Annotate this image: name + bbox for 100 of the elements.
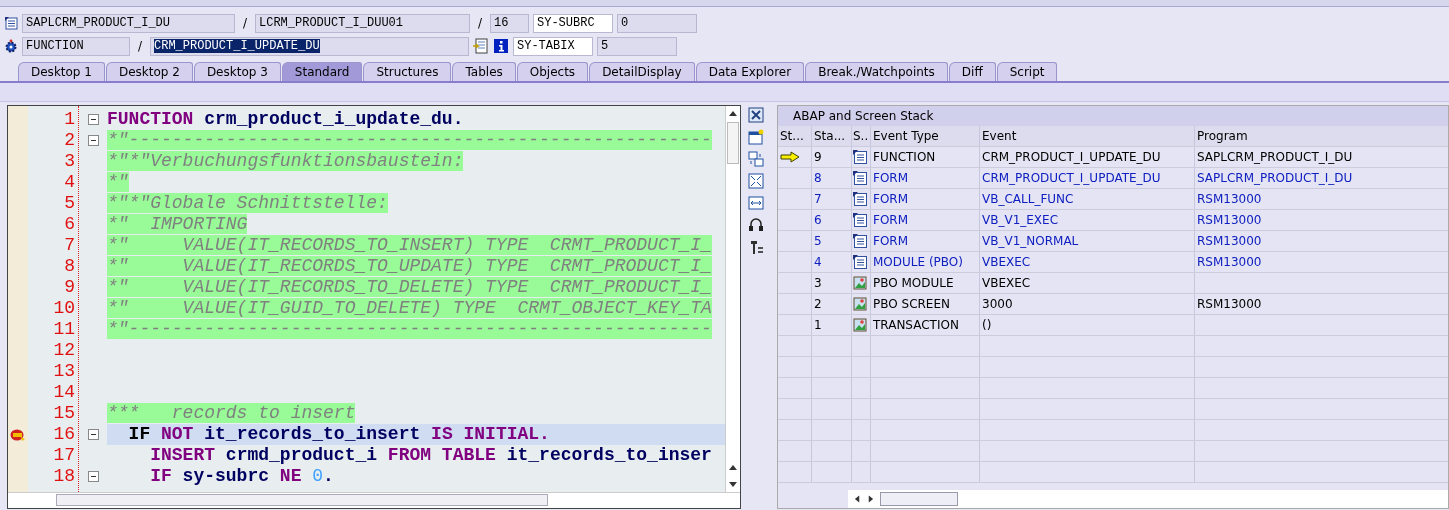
tab[interactable]: Data Explorer [695, 62, 805, 81]
column-header[interactable]: S.. [852, 126, 871, 146]
code-line: INSERT crmd_product_i FROM TABLE it_records_to_inser [149, 445, 712, 465]
horizontal-scrollbar[interactable] [778, 490, 1448, 508]
table-cell: 3 [812, 273, 852, 293]
line-number: 9 [64, 277, 75, 297]
table-cell: FUNCTION [871, 147, 980, 167]
line-number: 2 [64, 130, 75, 150]
line-number: 7 [64, 235, 75, 255]
column-header[interactable]: Program [1195, 126, 1448, 146]
vertical-scrollbar[interactable] [725, 106, 740, 492]
type-field: FUNCTION [22, 36, 130, 56]
resize-horizontal-icon[interactable] [748, 195, 764, 211]
table-cell-text: SAPLCRM_PRODUCT_I_DU [1197, 149, 1353, 166]
breakpoint-icon[interactable] [10, 427, 26, 442]
column-header[interactable]: St... [778, 126, 812, 146]
table-cell: MODULE (PBO) [871, 252, 980, 272]
scroll-left-icon[interactable] [854, 495, 861, 503]
scroll-thumb[interactable] [727, 122, 739, 164]
line-number: 15 [53, 403, 75, 423]
panel-title: ABAP and Screen Stack [778, 106, 1448, 126]
separator: / [136, 39, 143, 53]
swap-panes-icon[interactable] [748, 151, 764, 167]
tab[interactable]: Standard [281, 62, 363, 81]
new-window-icon[interactable] [748, 129, 764, 145]
column-header[interactable]: Event [980, 126, 1195, 146]
table-cell: FORM [871, 189, 980, 209]
tab[interactable]: Diff [948, 62, 996, 81]
table-cell: CRM_PRODUCT_I_UPDATE_DU [980, 147, 1195, 167]
line-field: 16 [490, 13, 529, 33]
tab[interactable]: Desktop 2 [105, 62, 193, 81]
code-editor[interactable] [7, 105, 741, 509]
table-cell: FORM [871, 168, 980, 188]
separator: / [241, 16, 248, 30]
table-cell: FORM [871, 231, 980, 251]
tool-icon[interactable] [748, 239, 764, 255]
close-icon[interactable] [748, 107, 764, 123]
table-cell: 1 [812, 315, 852, 335]
table-cell: FORM [871, 210, 980, 230]
tab[interactable]: Objects [516, 62, 589, 81]
table-cell: VB_V1_EXEC [980, 210, 1195, 230]
include-field: LCRM_PRODUCT_I_DUU01 [255, 13, 470, 33]
table-cell: 2 [812, 294, 852, 314]
variable-name-field[interactable]: SY-TABIX [513, 36, 593, 56]
collapse-toggle[interactable] [87, 429, 99, 440]
code-line: IF sy-subrc NE 0. [149, 466, 334, 486]
table-cell-text: RSM13000 [1197, 212, 1262, 229]
tab[interactable]: DetailDisplay [589, 62, 695, 81]
table-cell-text: RSM13000 [1197, 296, 1262, 313]
line-number: 18 [53, 466, 75, 486]
horizontal-scrollbar[interactable] [8, 492, 740, 508]
table-cell-text: RSM13000 [1197, 233, 1262, 250]
scroll-up-icon[interactable] [729, 110, 737, 118]
info-icon[interactable] [493, 38, 509, 54]
table-cell: VBEXEC [980, 252, 1195, 272]
tab[interactable]: Script [996, 62, 1058, 81]
table-cell: PBO SCREEN [871, 294, 980, 314]
source-icon [4, 16, 18, 30]
variable-value-field: 0 [617, 13, 697, 33]
table-cell: VBEXEC [980, 273, 1195, 293]
program-field: SAPLCRM_PRODUCT_I_DU [22, 13, 235, 33]
headset-icon[interactable] [748, 217, 764, 233]
table-cell: 5 [812, 231, 852, 251]
variable-value-field: 5 [597, 36, 677, 56]
line-number: 1 [64, 109, 75, 129]
scroll-down-icon[interactable] [729, 480, 737, 488]
table-cell: PBO MODULE [871, 273, 980, 293]
column-header[interactable]: Event Type [871, 126, 980, 146]
function-name-field: CRM_PRODUCT_I_UPDATE_DU [150, 36, 469, 56]
table-cell-text: RSM13000 [1197, 254, 1262, 271]
table-cell: VB_CALL_FUNC [980, 189, 1195, 209]
tab[interactable]: Desktop 3 [193, 62, 281, 81]
table-cell: () [980, 315, 1195, 335]
table-cell: 7 [812, 189, 852, 209]
table-cell: VB_V1_NORMAL [980, 231, 1195, 251]
column-header[interactable]: Sta... [812, 126, 852, 146]
line-number: 13 [53, 361, 75, 381]
table-cell: 6 [812, 210, 852, 230]
line-number: 4 [64, 172, 75, 192]
line-number: 17 [53, 445, 75, 465]
tab[interactable]: Desktop 1 [18, 62, 105, 81]
line-number: 16 [53, 424, 75, 444]
line-number: 6 [64, 214, 75, 234]
scroll-right-icon[interactable] [867, 495, 874, 503]
line-number: 5 [64, 193, 75, 213]
scroll-up-icon[interactable] [729, 464, 737, 472]
line-number: 10 [53, 298, 75, 318]
maximize-icon[interactable] [748, 173, 764, 189]
collapse-toggle[interactable] [87, 135, 99, 146]
tab[interactable]: Tables [452, 62, 516, 81]
code-line: IF NOT it_records_to_insert IS INITIAL. [127, 424, 550, 444]
tab[interactable]: Structures [363, 62, 452, 81]
table-cell: CRM_PRODUCT_I_UPDATE_DU [980, 168, 1195, 188]
collapse-toggle[interactable] [87, 114, 99, 125]
table-cell-text: SAPLCRM_PRODUCT_I_DU [1197, 170, 1353, 187]
tab[interactable]: Break./Watchpoints [805, 62, 948, 81]
variable-name-field[interactable]: SY-SUBRC [533, 13, 613, 33]
scroll-thumb[interactable] [880, 492, 958, 506]
code-line: FUNCTION crm_product_i_update_du. [107, 109, 464, 129]
collapse-toggle[interactable] [87, 471, 99, 482]
